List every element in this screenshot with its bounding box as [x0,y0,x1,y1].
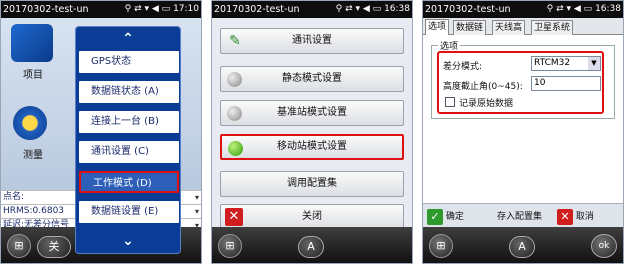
status-icons: ⚲ ⇄ ▾ ◀ ▭ [124,4,171,14]
project-label: 项目 [23,70,43,81]
menu-work-mode[interactable]: 工作模式 (D) [79,171,179,193]
screen-1: 20170302-test-un ⚲ ⇄ ▾ ◀ ▭ 17:10 项目 测量 点… [0,0,202,264]
record-raw-checkbox[interactable] [445,97,455,107]
tab-strip: 选项 数据链 天线高 卫星系统 [423,18,623,36]
status-bar: 20170302-test-un ⚲ ⇄ ▾ ◀ ▭ 17:10 [1,1,201,18]
clock: 17:10 [173,4,199,14]
grey-dot-icon [227,72,242,87]
options-pane: 选项 差分模式: RTCM32 ▼ 高度截止角(0~45): 10 记录原始数据 [423,35,623,203]
clock: 16:38 [384,4,410,14]
menu-datalink-status[interactable]: 数据链状态 (A) [79,81,179,103]
plug-icon: ✎ [229,33,241,49]
rover-mode-button[interactable]: 移动站模式设置 [220,134,404,160]
button-bar: ✓ 确定 存入配置集 ✕ 取消 [423,203,623,229]
close-icon: ✕ [225,208,243,226]
base-mode-button[interactable]: 基准站模式设置 [220,100,404,126]
cancel-button[interactable]: ✕ 取消 [557,207,594,227]
mode-menu: ✎ 通讯设置 静态模式设置 基准站模式设置 移动站模式设置 调用配置集 ✕ 关闭 [212,18,412,230]
load-config-button[interactable]: 调用配置集 [220,171,404,197]
close-icon: ✕ [557,208,573,225]
status-icons: ⚲ ⇄ ▾ ◀ ▭ [335,4,382,14]
window-title: 20170302-test-un [3,4,89,15]
menu-comm-settings[interactable]: 通讯设置 (C) [79,141,179,163]
windows-start-button[interactable]: ⊞ [218,234,242,258]
status-icons: ⚲ ⇄ ▾ ◀ ▭ [546,4,593,14]
static-mode-button[interactable]: 静态模式设置 [220,66,404,92]
window-title: 20170302-test-un [214,4,300,15]
close-soft-button[interactable]: 关 [37,236,71,258]
save-config-button[interactable]: 存入配置集 [497,207,542,227]
menu-connect-previous[interactable]: 连接上一台 (B) [79,111,179,133]
chevron-up-icon[interactable]: ⌃ [76,29,180,49]
grey-dot-icon [227,106,242,121]
green-dot-icon [228,141,243,156]
status-bar: 20170302-test-un ⚲ ⇄ ▾ ◀ ▭ 16:38 [212,1,412,18]
comm-settings-button[interactable]: ✎ 通讯设置 [220,28,404,54]
windows-start-button[interactable]: ⊞ [429,234,453,258]
elevation-mask-label: 高度截止角(0~45): [443,82,523,92]
soft-key-bar: ⊞ A [212,227,412,263]
survey-label: 测量 [23,150,43,161]
clock: 16:38 [595,4,621,14]
input-mode-button[interactable]: A [509,236,535,258]
tab-datalink[interactable]: 数据链 [453,20,487,35]
window-title: 20170302-test-un [425,4,511,15]
chevron-down-icon[interactable]: ⌄ [76,231,180,251]
project-icon[interactable] [11,24,53,62]
screen-3: 20170302-test-un ⚲ ⇄ ▾ ◀ ▭ 16:38 选项 数据链 … [422,0,624,264]
survey-icon[interactable] [13,106,47,140]
elevation-mask-input[interactable]: 10 [531,76,601,91]
check-icon: ✓ [427,208,443,225]
tab-antenna-height[interactable]: 天线高 [492,20,526,35]
diff-mode-select[interactable]: RTCM32 ▼ [531,56,601,71]
menu-datalink-settings[interactable]: 数据链设置 (E) [79,201,179,223]
screen-2: 20170302-test-un ⚲ ⇄ ▾ ◀ ▭ 16:38 ✎ 通讯设置 静… [211,0,413,264]
menu-gps-status[interactable]: GPS状态 [79,51,179,73]
windows-start-button[interactable]: ⊞ [7,234,31,258]
tab-satellite-system[interactable]: 卫星系统 [531,20,574,35]
context-menu: ⌃ GPS状态 数据链状态 (A) 连接上一台 (B) 通讯设置 (C) 工作模… [75,26,181,254]
chevron-down-icon[interactable]: ▼ [588,57,600,70]
input-mode-button[interactable]: A [298,236,324,258]
record-raw-label: 记录原始数据 [459,99,514,109]
ok-button[interactable]: ✓ 确定 [427,207,464,227]
diff-mode-label: 差分模式: [443,62,483,72]
tab-options[interactable]: 选项 [425,19,450,36]
soft-key-bar: ⊞ A ok [423,227,623,263]
ok-soft-button[interactable]: ok [591,234,617,258]
status-bar: 20170302-test-un ⚲ ⇄ ▾ ◀ ▭ 16:38 [423,1,623,18]
